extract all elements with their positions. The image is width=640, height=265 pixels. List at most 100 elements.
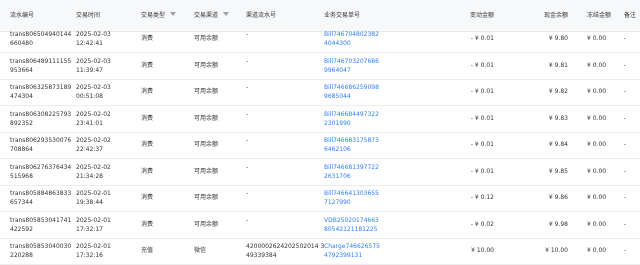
type-cell: 消费 <box>141 114 154 122</box>
cash-balance-cell: ¥ 9.85 <box>548 167 568 175</box>
frozen-amount-cell: ¥ 0.00 <box>587 35 607 42</box>
filter-icon[interactable] <box>223 12 230 16</box>
type-cell: 消费 <box>141 194 154 201</box>
table-row: trans805884863833 657344 2025-02-01 19:38:… <box>0 185 640 212</box>
channel-no-cell: - <box>246 84 249 91</box>
channel-cell: 可用余额 <box>194 61 219 69</box>
column-header-channel-label: 交易渠道 <box>194 12 219 19</box>
biz-no-link[interactable]: Bill746641303655 7127990 <box>324 189 379 207</box>
cash-balance-cell: ¥ 9.84 <box>548 141 568 148</box>
table-row: trans805853041741 422592 2025-02-01 17:32:… <box>0 212 640 239</box>
channel-no-cell: - <box>246 57 249 65</box>
channel-cell: 可用余额 <box>194 167 219 175</box>
change-amount-cell: - ¥ 0.01 <box>470 88 494 95</box>
biz-no-link[interactable]: Bill746686259098 9685044 <box>324 83 379 101</box>
channel-cell: 可用余额 <box>194 220 219 228</box>
time-cell: 2025-02-01 17:32:16 <box>76 243 111 259</box>
time-cell: 2025-02-03 11:39:47 <box>76 57 111 74</box>
channel-cell: 可用余额 <box>194 88 219 95</box>
remark-cell: - <box>624 88 627 95</box>
biz-no-link[interactable]: Bill746681397722 2631706 <box>324 163 379 181</box>
column-header-time: 交易时间 <box>76 12 101 19</box>
trans-id-cell: trans806293530076 708864 <box>10 137 72 153</box>
type-cell: 消费 <box>141 88 154 95</box>
type-cell: 消费 <box>141 61 154 69</box>
column-header-remark: 备注 <box>624 12 637 19</box>
cash-balance-cell: ¥ 9.80 <box>548 35 568 42</box>
filter-icon[interactable] <box>170 12 177 16</box>
type-cell: 消费 <box>141 35 154 42</box>
frozen-amount-cell: ¥ 0.00 <box>587 194 607 201</box>
channel-cell: 可用余额 <box>194 35 219 42</box>
frozen-amount-cell: ¥ 0.00 <box>587 88 607 95</box>
frozen-amount-cell: ¥ 0.00 <box>587 114 607 122</box>
table-row: trans805853040030 220288 2025-02-01 17:32:… <box>0 238 640 265</box>
channel-cell: 可用余额 <box>194 141 219 148</box>
change-amount-cell: - ¥ 0.01 <box>470 114 494 122</box>
table-row: trans806325873189 474304 2025-02-03 00:51:… <box>0 79 640 106</box>
cash-balance-cell: ¥ 10.00 <box>545 247 568 254</box>
column-header-biz-no: 业务交易单号 <box>324 12 361 19</box>
channel-no-cell: - <box>246 137 249 144</box>
cash-balance-cell: ¥ 9.86 <box>548 194 568 201</box>
channel-no-cell: - <box>246 163 249 171</box>
remark-cell: - <box>624 167 627 175</box>
type-cell: 消费 <box>141 220 154 228</box>
table-row: trans806276376434 515968 2025-02-02 21:34:… <box>0 159 640 186</box>
time-cell: 2025-02-03 12:42:41 <box>76 31 111 47</box>
channel-no-cell: - <box>246 190 249 197</box>
cash-balance-cell: ¥ 9.81 <box>548 61 568 69</box>
biz-no-link[interactable]: Bill746683175873 6462106 <box>324 136 379 154</box>
frozen-amount-cell: ¥ 0.00 <box>587 220 607 228</box>
time-cell: 2025-02-02 23:41:01 <box>76 110 111 127</box>
frozen-amount-cell: ¥ 0.00 <box>587 247 607 254</box>
frozen-amount-cell: ¥ 0.00 <box>587 141 607 148</box>
trans-id-cell: trans806276376434 515968 <box>10 163 72 180</box>
channel-cell: 可用余额 <box>194 194 219 201</box>
remark-cell: - <box>624 247 627 254</box>
table-row: trans806489111155 953664 2025-02-03 11:39:… <box>0 53 640 80</box>
cash-balance-cell: ¥ 9.82 <box>548 88 568 95</box>
table-row: trans806504940144 660480 2025-02-03 12:42:… <box>0 26 640 53</box>
remark-cell: - <box>624 35 627 42</box>
remark-cell: - <box>624 141 627 148</box>
change-amount-cell: - ¥ 0.01 <box>470 61 494 69</box>
table-row: trans806293530076 708864 2025-02-02 22:42:… <box>0 132 640 159</box>
trans-id-cell: trans805853040030 220288 <box>10 243 72 259</box>
change-amount-cell: - ¥ 0.02 <box>470 220 494 228</box>
channel-no-cell: 4200002624202502014 3 49339384 <box>246 243 325 259</box>
cash-balance-cell: ¥ 9.83 <box>548 114 568 122</box>
column-header-trans-id: 流水编号 <box>10 12 35 19</box>
time-cell: 2025-02-03 00:51:08 <box>76 84 111 100</box>
time-cell: 2025-02-01 17:32:17 <box>76 216 111 233</box>
column-header-channel[interactable]: 交易渠道 <box>194 11 230 20</box>
remark-cell: - <box>624 114 627 122</box>
biz-no-link[interactable]: VDB25020174663 80542121181225 <box>324 216 379 234</box>
type-cell: 充值 <box>141 247 154 254</box>
time-cell: 2025-02-02 22:42:37 <box>76 137 111 153</box>
channel-no-cell: - <box>246 216 249 224</box>
table-row: trans806308225793 892352 2025-02-02 23:41:… <box>0 106 640 133</box>
change-amount-cell: - ¥ 0.12 <box>470 194 494 201</box>
biz-no-link[interactable]: Bill746684497322 2301990 <box>324 110 379 128</box>
trans-id-cell: trans805853041741 422592 <box>10 216 72 233</box>
biz-no-link[interactable]: Charge746626575 4792399131 <box>324 242 380 260</box>
column-header-type[interactable]: 交易类型 <box>141 11 177 20</box>
change-amount-cell: - ¥ 0.01 <box>470 167 494 175</box>
frozen-amount-cell: ¥ 0.00 <box>587 61 607 69</box>
trans-id-cell: trans806325873189 474304 <box>10 84 72 100</box>
trans-id-cell: trans806504940144 660480 <box>10 31 72 47</box>
type-cell: 消费 <box>141 141 154 148</box>
biz-no-link[interactable]: Bill746703207686 9964047 <box>324 57 379 75</box>
biz-no-link[interactable]: Bill746704802382 4044300 <box>324 30 379 48</box>
remark-cell: - <box>624 194 627 201</box>
column-header-type-label: 交易类型 <box>141 12 166 19</box>
transaction-table: 流水编号 交易时间 交易类型 交易渠道 渠道流水号 业务交易单号 变动金额 现金… <box>0 0 640 265</box>
channel-no-cell: - <box>246 110 249 118</box>
channel-no-cell: - <box>246 31 249 38</box>
column-header-channel-no: 渠道流水号 <box>246 12 277 19</box>
cash-balance-cell: ¥ 9.98 <box>548 220 568 228</box>
frozen-amount-cell: ¥ 0.00 <box>587 167 607 175</box>
remark-cell: - <box>624 220 627 228</box>
trans-id-cell: trans806308225793 892352 <box>10 110 72 127</box>
